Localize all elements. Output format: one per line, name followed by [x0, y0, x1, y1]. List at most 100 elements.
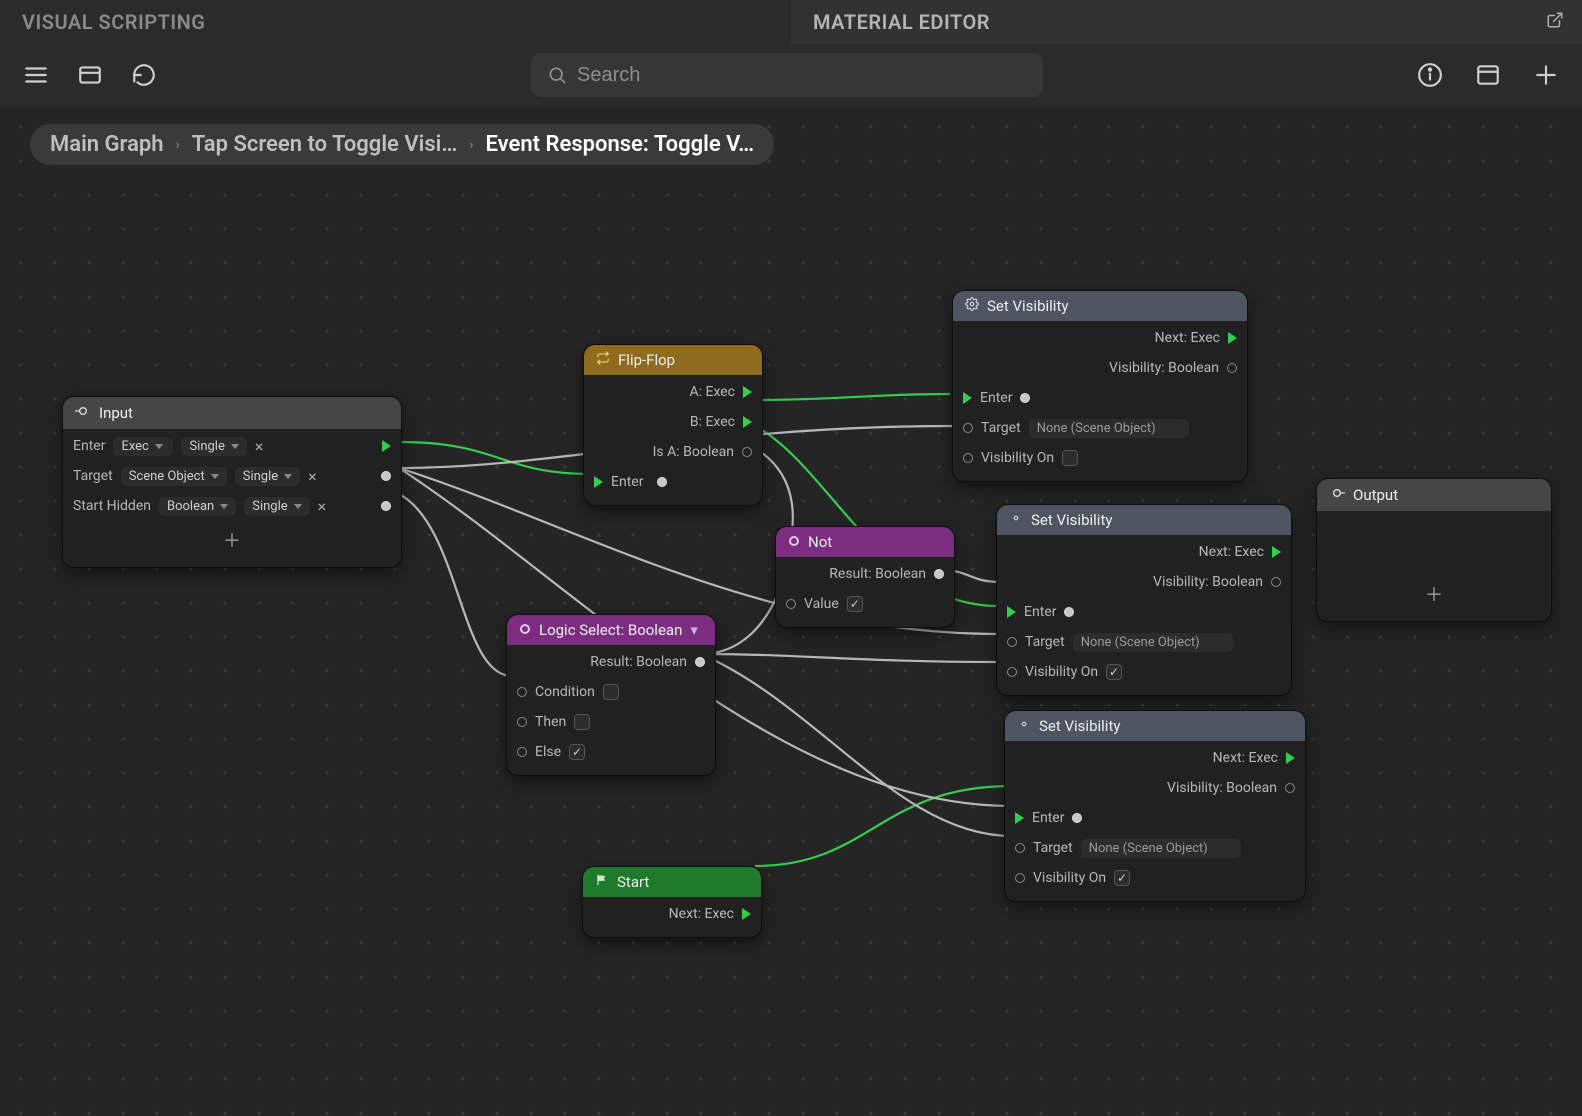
node-title: Flip-Flop: [618, 351, 675, 369]
data-in-pin[interactable]: [1007, 667, 1017, 677]
exec-in-pin[interactable]: [594, 476, 603, 488]
data-in-pin[interactable]: [963, 423, 973, 433]
logic-icon: [519, 621, 531, 639]
node-set-visibility-1[interactable]: Set Visibility Next: Exec Visibility: Bo…: [952, 290, 1248, 482]
port-label: Target: [73, 468, 113, 484]
breadcrumb-seg-1[interactable]: Tap Screen to Toggle Visi…: [192, 132, 458, 157]
tab-label: MATERIAL EDITOR: [813, 10, 990, 34]
node-output[interactable]: Output ＋: [1316, 478, 1552, 622]
checkbox[interactable]: ✓: [1106, 664, 1122, 680]
exec-out-pin[interactable]: [382, 440, 391, 452]
checkbox[interactable]: [1062, 450, 1078, 466]
data-in-pin[interactable]: [1007, 637, 1017, 647]
chevron-right-icon: ›: [469, 137, 473, 153]
refresh-icon[interactable]: [128, 59, 160, 91]
checkbox[interactable]: ✓: [569, 744, 585, 760]
port-label: Condition: [535, 684, 595, 700]
flag-icon: [595, 873, 609, 891]
chevron-right-icon: ›: [176, 137, 180, 153]
port-label: Enter: [1032, 810, 1064, 826]
breadcrumb-seg-0[interactable]: Main Graph: [50, 132, 164, 157]
exec-in-pin[interactable]: [1015, 812, 1024, 824]
flipflop-icon: [596, 351, 610, 369]
tab-material-editor[interactable]: MATERIAL EDITOR: [791, 0, 1582, 44]
exec-out-pin[interactable]: [743, 416, 752, 428]
graph-canvas[interactable]: Main Graph › Tap Screen to Toggle Visi… …: [0, 106, 1582, 1116]
port-label: Visibility On: [1033, 870, 1106, 886]
node-input[interactable]: Input Enter Exec Single × Target Scene O…: [62, 396, 402, 568]
menu-icon[interactable]: [20, 59, 52, 91]
checkbox[interactable]: ✓: [1114, 870, 1130, 886]
port-label: Visibility On: [1025, 664, 1098, 680]
data-out-pin[interactable]: [1271, 577, 1281, 587]
exec-in-pin[interactable]: [1007, 606, 1016, 618]
tab-visual-scripting[interactable]: VISUAL SCRIPTING: [0, 0, 791, 44]
node-start[interactable]: Start Next: Exec: [582, 866, 762, 938]
type-dropdown[interactable]: Exec: [113, 437, 173, 456]
node-title: Set Visibility: [1039, 717, 1120, 735]
checkbox[interactable]: ✓: [847, 596, 863, 612]
port-label: Target: [1025, 634, 1065, 650]
exec-out-pin[interactable]: [743, 386, 752, 398]
data-in-pin[interactable]: [517, 687, 527, 697]
port-label: Result: Boolean: [590, 654, 687, 670]
data-in-pin[interactable]: [963, 453, 973, 463]
target-field[interactable]: None (Scene Object): [1029, 419, 1189, 438]
exec-out-pin[interactable]: [742, 908, 751, 920]
data-out-pin[interactable]: [1227, 363, 1237, 373]
add-port-button[interactable]: ＋: [73, 523, 391, 557]
gear-icon: [1017, 717, 1031, 735]
exec-out-pin[interactable]: [1272, 546, 1281, 558]
port-label: Visibility: Boolean: [1153, 574, 1263, 590]
remove-port-icon[interactable]: ×: [308, 467, 317, 486]
port-label: Next: Exec: [1155, 330, 1220, 346]
search-input[interactable]: [577, 64, 1027, 87]
window-icon[interactable]: [1472, 59, 1504, 91]
remove-port-icon[interactable]: ×: [318, 497, 327, 516]
type-dropdown[interactable]: Scene Object: [121, 467, 227, 486]
exec-out-pin[interactable]: [1228, 332, 1237, 344]
remove-port-icon[interactable]: ×: [255, 437, 264, 456]
node-not[interactable]: Not Result: Boolean Value ✓: [775, 526, 955, 628]
mode-dropdown[interactable]: Single: [181, 437, 246, 456]
data-out-pin[interactable]: [695, 657, 705, 667]
top-tabbar: VISUAL SCRIPTING MATERIAL EDITOR: [0, 0, 1582, 44]
popout-icon[interactable]: [1546, 10, 1564, 34]
mode-dropdown[interactable]: Single: [244, 497, 309, 516]
data-in-pin[interactable]: [517, 747, 527, 757]
data-in-pin[interactable]: [517, 717, 527, 727]
panel-icon[interactable]: [74, 59, 106, 91]
add-port-button[interactable]: ＋: [1317, 577, 1551, 611]
data-in-pin[interactable]: [786, 599, 796, 609]
data-out-pin[interactable]: [381, 471, 391, 481]
port-label: Visibility On: [981, 450, 1054, 466]
target-field[interactable]: None (Scene Object): [1081, 839, 1241, 858]
node-logic-select[interactable]: Logic Select: Boolean ▾ Result: Boolean …: [506, 614, 716, 776]
exec-out-pin[interactable]: [1286, 752, 1295, 764]
checkbox[interactable]: [574, 714, 590, 730]
checkbox[interactable]: [603, 684, 619, 700]
data-indicator: [1064, 607, 1074, 617]
node-set-visibility-3[interactable]: Set Visibility Next: Exec Visibility: Bo…: [1004, 710, 1306, 902]
node-flipflop[interactable]: Flip-Flop A: Exec B: Exec Is A: Boolean …: [583, 344, 763, 506]
info-icon[interactable]: [1414, 59, 1446, 91]
add-icon[interactable]: [1530, 59, 1562, 91]
data-in-pin[interactable]: [1015, 843, 1025, 853]
port-label: Result: Boolean: [829, 566, 926, 582]
mode-dropdown[interactable]: Single: [235, 467, 300, 486]
type-dropdown[interactable]: Boolean: [159, 497, 236, 516]
data-out-pin[interactable]: [742, 447, 752, 457]
tab-label: VISUAL SCRIPTING: [22, 10, 205, 34]
chevron-down-icon[interactable]: ▾: [690, 621, 698, 639]
data-out-pin[interactable]: [381, 501, 391, 511]
data-in-pin[interactable]: [1015, 873, 1025, 883]
gear-icon: [1009, 511, 1023, 529]
search-box[interactable]: [531, 53, 1043, 97]
data-out-pin[interactable]: [934, 569, 944, 579]
port-label: Enter: [611, 474, 643, 490]
target-field[interactable]: None (Scene Object): [1073, 633, 1233, 652]
node-set-visibility-2[interactable]: Set Visibility Next: Exec Visibility: Bo…: [996, 504, 1292, 696]
data-out-pin[interactable]: [1285, 783, 1295, 793]
port-label: Target: [981, 420, 1021, 436]
exec-in-pin[interactable]: [963, 392, 972, 404]
